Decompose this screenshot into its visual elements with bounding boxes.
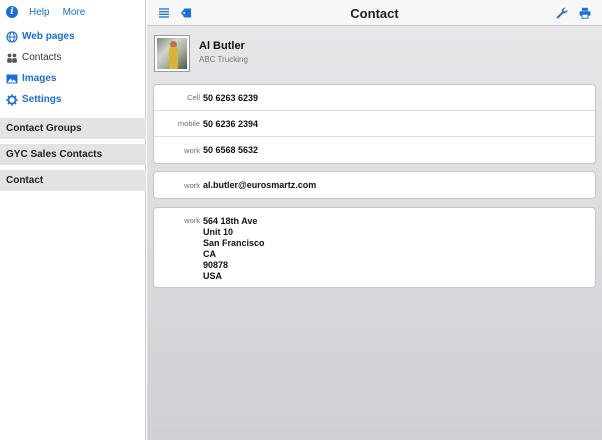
sidebar-item-settings[interactable]: Settings [0, 89, 145, 110]
address-line: Unit 10 [203, 227, 234, 237]
contact-photo [157, 38, 187, 69]
address-line: 564 18th Ave [203, 216, 258, 226]
more-link[interactable]: More [63, 7, 86, 18]
main-panel: Contact Al Butler ABC Trucking Cell 50 6… [147, 0, 602, 440]
photo-figure [169, 47, 178, 69]
contacts-icon [7, 53, 17, 63]
phone-value[interactable]: 50 6236 2394 [203, 119, 258, 129]
help-link[interactable]: Help [29, 7, 50, 18]
name-block: Al Butler ABC Trucking [199, 40, 248, 72]
images-icon [6, 74, 18, 83]
sidebar-item-label: Images [22, 73, 57, 84]
phones-card: Cell 50 6263 6239 mobile 50 6236 2394 wo… [153, 84, 596, 164]
contact-company: ABC Trucking [199, 55, 248, 64]
info-icon[interactable]: i [6, 6, 18, 18]
printer-icon[interactable] [579, 7, 591, 19]
page-title: Contact [350, 6, 399, 21]
contact-header: Al Butler ABC Trucking [154, 35, 248, 72]
sidebar-item-contacts[interactable]: Contacts [0, 47, 145, 68]
avatar[interactable] [154, 35, 190, 72]
address-lines: 564 18th Ave Unit 10 San Francisco CA 90… [203, 216, 265, 282]
globe-icon [6, 30, 18, 43]
phone-label: work [184, 145, 200, 155]
phone-value[interactable]: 50 6263 6239 [203, 93, 258, 103]
email-value[interactable]: al.butler@eurosmartz.com [203, 180, 316, 190]
group-contact-groups[interactable]: Contact Groups [0, 118, 146, 139]
email-label: work [184, 180, 200, 190]
address-card: work 564 18th Ave Unit 10 San Francisco … [153, 207, 596, 288]
phone-label: mobile [177, 119, 200, 128]
address-line: 90878 [203, 260, 229, 270]
phone-row[interactable]: Cell 50 6263 6239 [154, 85, 595, 111]
contact-name: Al Butler [199, 40, 245, 52]
address-row[interactable]: work 564 18th Ave Unit 10 San Francisco … [154, 208, 595, 287]
sidebar-item-label: Settings [22, 94, 62, 105]
address-label: work [184, 216, 200, 225]
gear-icon [6, 93, 18, 106]
phone-label: Cell [187, 93, 200, 102]
sidebar-item-label: Contacts [22, 52, 62, 63]
sidebar-item-web-pages[interactable]: Web pages [0, 26, 145, 47]
email-row[interactable]: work al.butler@eurosmartz.com [154, 172, 595, 198]
sidebar-item-label: Web pages [22, 31, 75, 42]
address-line: San Francisco [203, 238, 265, 248]
phone-row[interactable]: work 50 6568 5632 [154, 137, 595, 163]
phone-value[interactable]: 50 6568 5632 [203, 145, 258, 155]
phone-row[interactable]: mobile 50 6236 2394 [154, 111, 595, 137]
wrench-icon[interactable] [556, 7, 568, 19]
group-contact[interactable]: Contact [0, 170, 146, 191]
address-line: CA [203, 249, 216, 259]
email-card: work al.butler@eurosmartz.com [153, 171, 596, 199]
main-header: Contact [147, 0, 602, 26]
sidebar-item-images[interactable]: Images [0, 68, 145, 89]
address-line: USA [203, 271, 223, 281]
group-gyc-sales-contacts[interactable]: GYC Sales Contacts [0, 144, 146, 165]
sidebar-topbar: i Help More [0, 0, 145, 24]
sidebar: i Help More Web pages Contacts Images Se… [0, 0, 146, 440]
